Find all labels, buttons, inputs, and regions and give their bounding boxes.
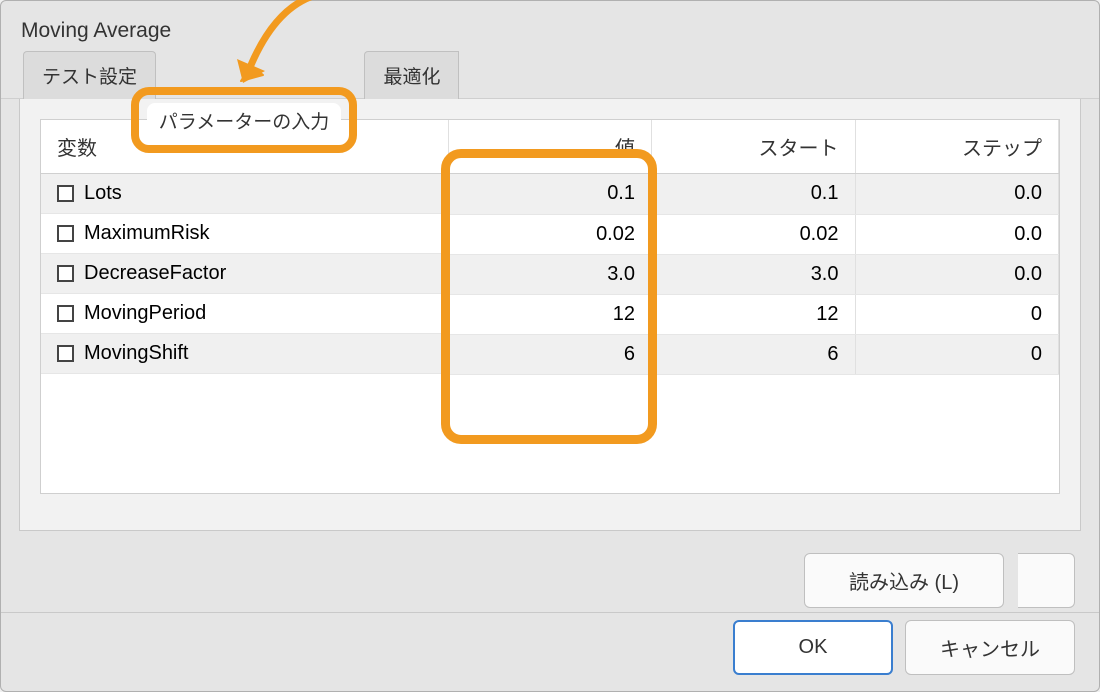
param-name: Lots xyxy=(84,182,122,205)
dialog-window: Moving Average テスト設定 パラメーターの入力 最適化 変数 値 … xyxy=(0,0,1100,692)
param-value[interactable]: 6 xyxy=(448,334,652,374)
col-header-value[interactable]: 値 xyxy=(448,120,652,174)
param-start[interactable]: 0.02 xyxy=(652,214,856,254)
param-value[interactable]: 0.1 xyxy=(448,174,652,215)
button-row-load: 読み込み (L) xyxy=(804,553,1075,608)
parameter-table-wrap: 変数 値 スタート ステップ Lots 0.1 0.1 0.0 xyxy=(40,119,1060,494)
divider xyxy=(1,612,1099,613)
window-title: Moving Average xyxy=(1,1,1099,53)
load-button[interactable]: 読み込み (L) xyxy=(804,553,1004,608)
param-name: MovingPeriod xyxy=(84,302,206,325)
table-row[interactable]: DecreaseFactor 3.0 3.0 0.0 xyxy=(41,254,1059,294)
param-start[interactable]: 6 xyxy=(652,334,856,374)
tab-test-settings[interactable]: テスト設定 xyxy=(23,51,156,99)
checkbox-icon[interactable] xyxy=(57,265,74,282)
param-step[interactable]: 0.0 xyxy=(855,174,1059,215)
table-row[interactable]: MovingShift 6 6 0 xyxy=(41,334,1059,374)
param-step[interactable]: 0.0 xyxy=(855,254,1059,294)
col-header-variable[interactable]: 変数 xyxy=(41,120,448,174)
param-step[interactable]: 0 xyxy=(855,334,1059,374)
checkbox-icon[interactable] xyxy=(57,345,74,362)
content-area: 変数 値 スタート ステップ Lots 0.1 0.1 0.0 xyxy=(19,99,1081,531)
col-header-step[interactable]: ステップ xyxy=(855,120,1059,174)
param-value[interactable]: 12 xyxy=(448,294,652,334)
param-step[interactable]: 0.0 xyxy=(855,214,1059,254)
checkbox-icon[interactable] xyxy=(57,305,74,322)
partial-button[interactable] xyxy=(1018,553,1075,608)
cancel-button[interactable]: キャンセル xyxy=(905,620,1075,675)
checkbox-icon[interactable] xyxy=(57,185,74,202)
param-start[interactable]: 3.0 xyxy=(652,254,856,294)
ok-button[interactable]: OK xyxy=(733,620,893,675)
col-header-start[interactable]: スタート xyxy=(652,120,856,174)
table-row[interactable]: Lots 0.1 0.1 0.0 xyxy=(41,174,1059,215)
table-row[interactable]: MaximumRisk 0.02 0.02 0.0 xyxy=(41,214,1059,254)
param-value[interactable]: 0.02 xyxy=(448,214,652,254)
param-value[interactable]: 3.0 xyxy=(448,254,652,294)
parameter-table: 変数 値 スタート ステップ Lots 0.1 0.1 0.0 xyxy=(41,120,1059,375)
param-name: DecreaseFactor xyxy=(84,262,226,285)
tab-optimization[interactable]: 最適化 xyxy=(364,51,459,99)
param-step[interactable]: 0 xyxy=(855,294,1059,334)
param-name: MaximumRisk xyxy=(84,222,210,245)
tab-strip: テスト設定 パラメーターの入力 最適化 xyxy=(1,53,1099,99)
param-start[interactable]: 12 xyxy=(652,294,856,334)
checkbox-icon[interactable] xyxy=(57,225,74,242)
table-row[interactable]: MovingPeriod 12 12 0 xyxy=(41,294,1059,334)
param-name: MovingShift xyxy=(84,342,189,365)
button-row-okcancel: OK キャンセル xyxy=(733,620,1075,675)
param-start[interactable]: 0.1 xyxy=(652,174,856,215)
